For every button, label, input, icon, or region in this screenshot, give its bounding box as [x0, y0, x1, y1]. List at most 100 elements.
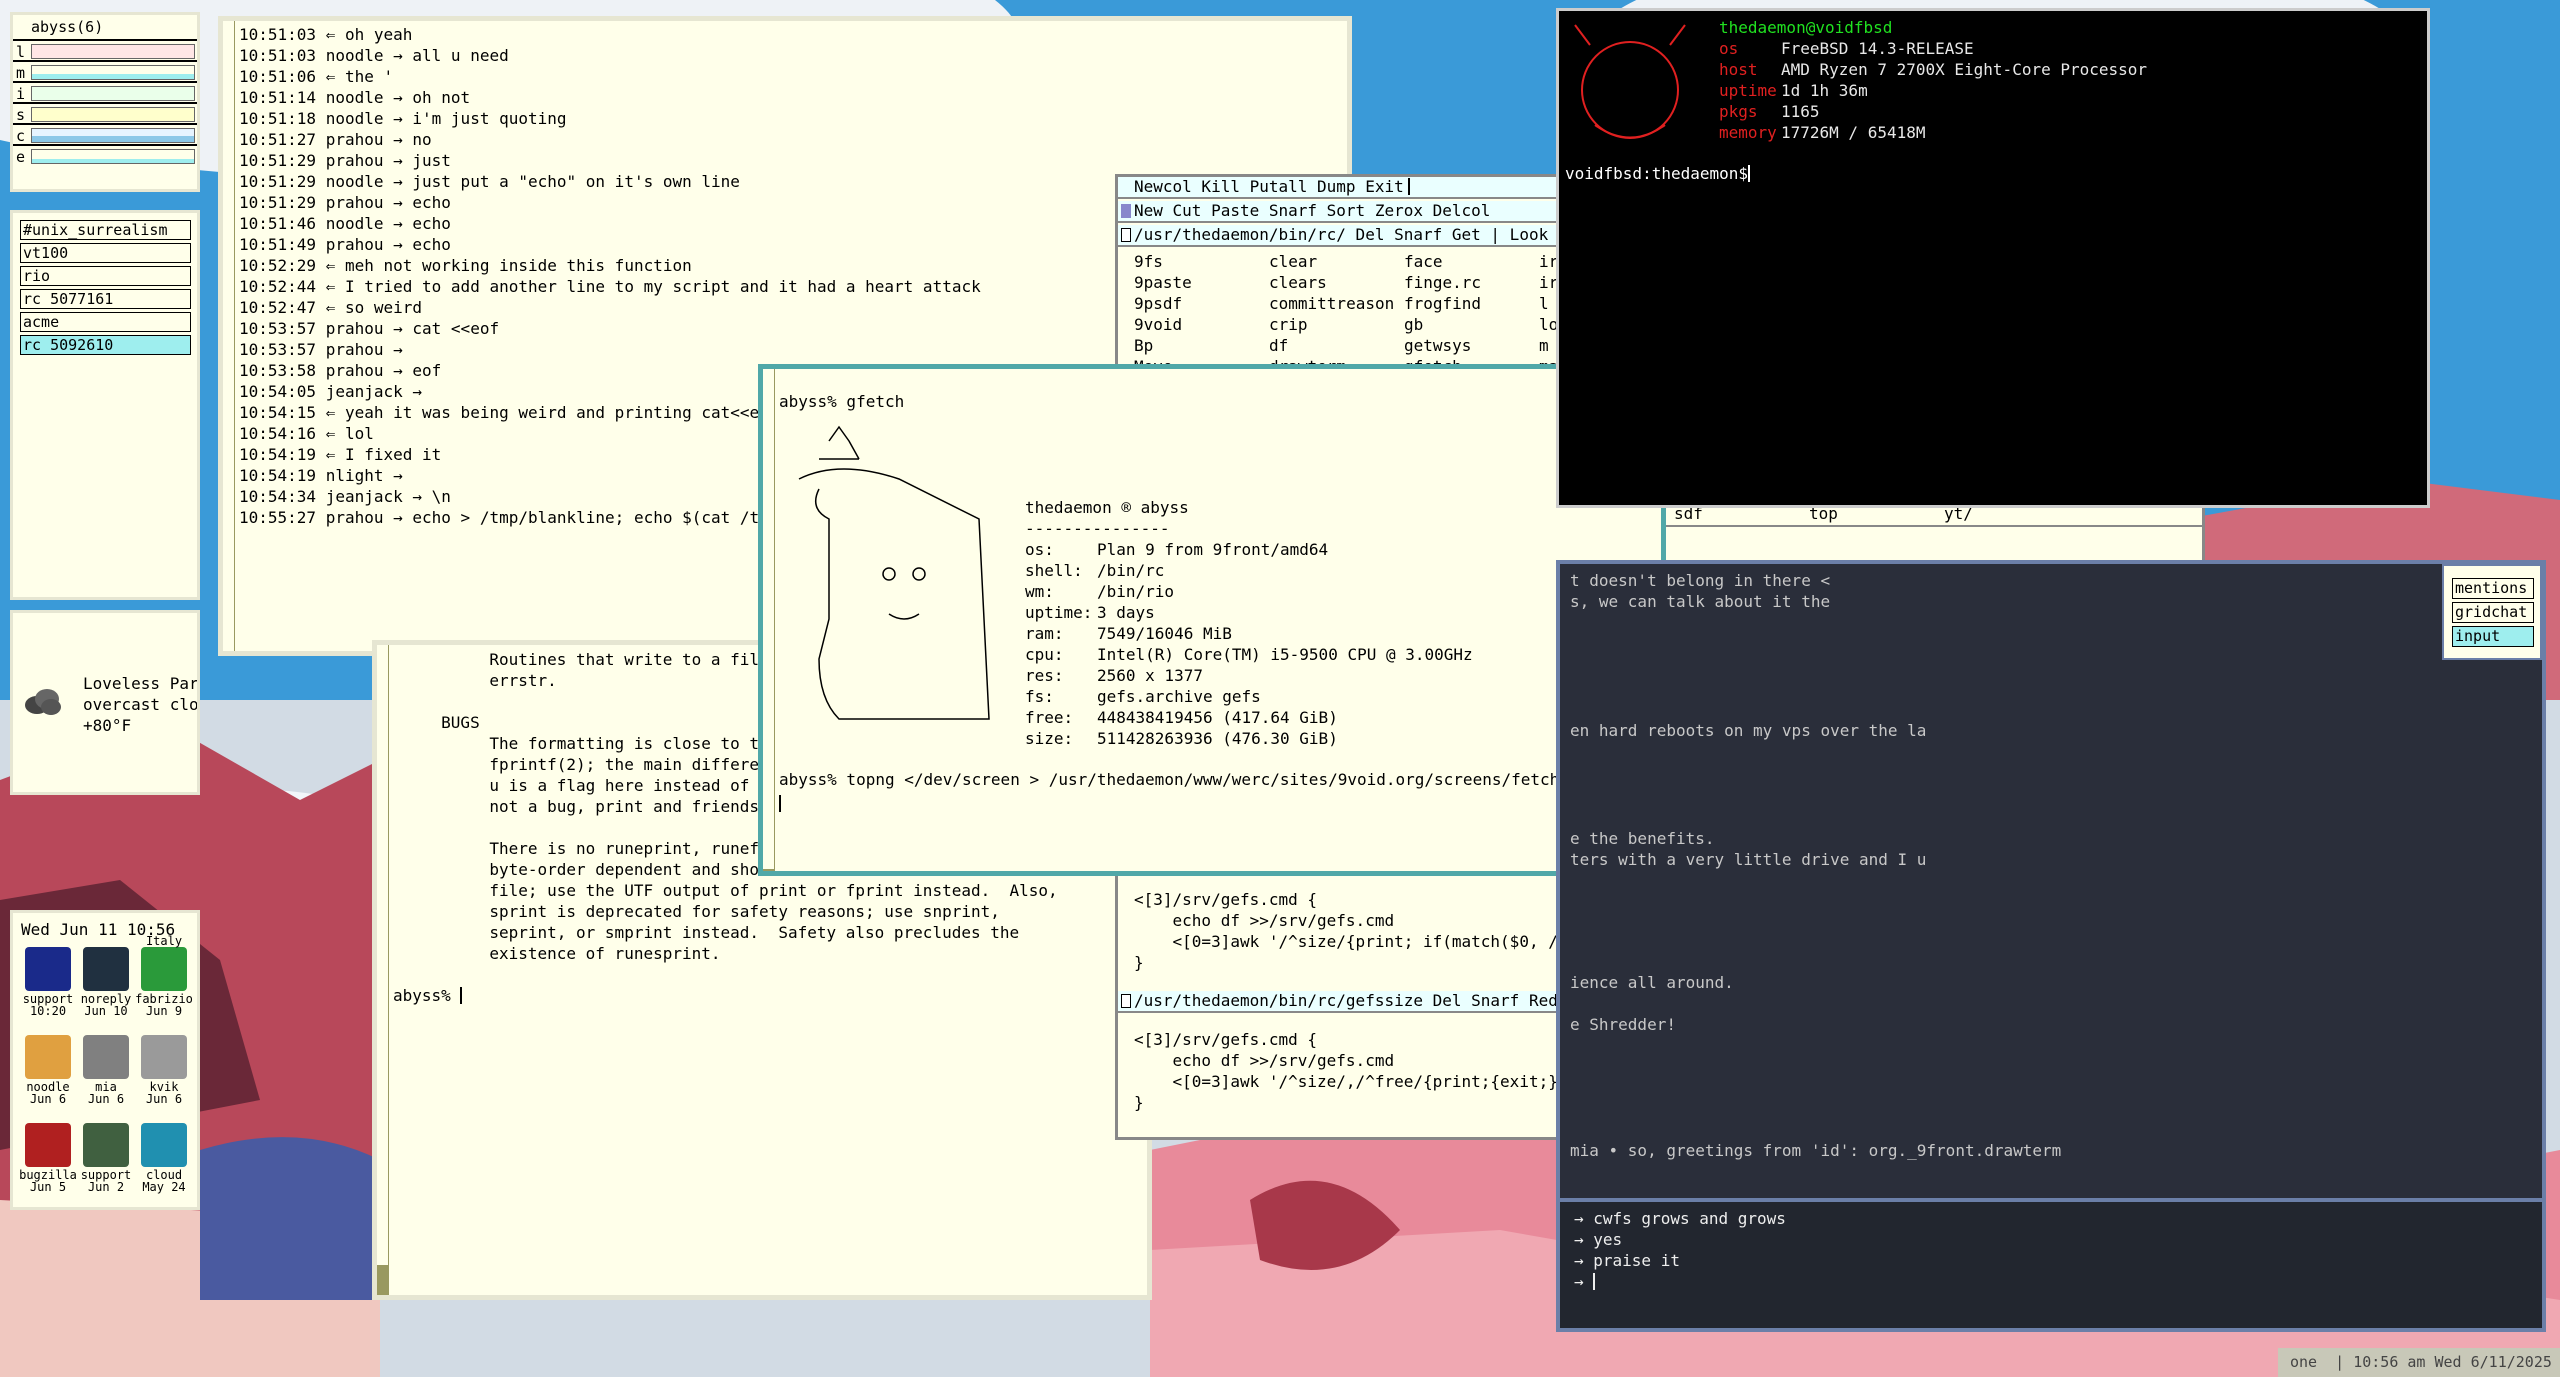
- meter-context: c: [13, 123, 197, 145]
- gfetch-topng-prompt: abyss% topng </dev/screen > /usr/thedaem…: [779, 770, 1627, 789]
- window-item-rio[interactable]: rio: [20, 266, 191, 286]
- acme-file-body[interactable]: <[3]/srv/gefs.cmd { echo df >>/srv/gefs.…: [1134, 1029, 1577, 1113]
- irc-message: 10:53:57 prahou → cat <<eof: [239, 319, 500, 338]
- man-scrollbar[interactable]: [377, 645, 389, 1295]
- term-info-row: pkgs 1165: [1719, 101, 2147, 122]
- term-info-row: host AMD Ryzen 7 2700X Eight-Core Process…: [1719, 59, 2147, 80]
- gfetch-title: thedaemon ® abyss: [1025, 498, 1189, 517]
- info-value: gefs.archive gefs: [1097, 687, 1261, 706]
- chat-input-area[interactable]: → cwfs grows and grows → yes → praise it →: [1560, 1198, 2542, 1328]
- face-icon: [83, 947, 129, 991]
- mail-face[interactable]: kvik Jun 6: [135, 1035, 193, 1105]
- term-info-row: memory 17726M / 65418M: [1719, 122, 2147, 143]
- term-key: host: [1719, 60, 1758, 79]
- mail-face[interactable]: support Jun 2: [77, 1123, 135, 1193]
- mail-face[interactable]: fabrizio Jun 9 Italy: [135, 935, 193, 1017]
- acme-file-entry[interactable]: frogfind: [1404, 293, 1481, 314]
- weather-condition: overcast clou: [83, 695, 200, 714]
- irc-message: 10:51:29 noodle → just put a "echo" on i…: [239, 172, 740, 191]
- term-user: thedaemon@voidfbsd: [1719, 18, 1893, 37]
- irc-message: 10:51:06 ⇐ the ': [239, 67, 394, 86]
- code-line: }: [1134, 1093, 1144, 1112]
- term-value: 1165: [1781, 102, 1820, 121]
- term-key: uptime: [1719, 81, 1777, 100]
- gfetch-info-row: ram: 7549/16046 MiB: [1025, 623, 1473, 644]
- acme-file-entry[interactable]: 9psdf: [1134, 293, 1192, 314]
- meter-memory: m: [13, 60, 197, 82]
- window-item-vt100[interactable]: vt100: [20, 243, 191, 263]
- meter-interrupts: i: [13, 81, 197, 103]
- meter-syscalls: s: [13, 102, 197, 124]
- gfetch-window[interactable]: abyss% gfetch thedaemon ® abyss --------…: [758, 364, 1666, 876]
- mail-face[interactable]: cloud May 24: [135, 1123, 193, 1193]
- term-value: AMD Ryzen 7 2700X Eight-Core Processor: [1781, 60, 2148, 79]
- man-line: abyss%: [393, 986, 463, 1005]
- gfetch-info-row: cpu: Intel(R) Core(TM) i5-9500 CPU @ 3.00…: [1025, 644, 1473, 665]
- chat-message: e Shredder!: [1570, 1015, 1676, 1034]
- irc-scrollbar[interactable]: [223, 21, 235, 651]
- gfetch-info-row: uptime: 3 days: [1025, 602, 1473, 623]
- mail-face[interactable]: mia Jun 6: [77, 1035, 135, 1105]
- irc-message: 10:51:46 noodle → echo: [239, 214, 451, 233]
- channel-mentions[interactable]: mentions: [2452, 578, 2534, 599]
- info-value: 448438419456 (417.64 GiB): [1097, 708, 1338, 727]
- irc-message: 10:51:18 noodle → i'm just quoting: [239, 109, 567, 128]
- mail-face[interactable]: noodle Jun 6: [19, 1035, 77, 1105]
- info-key: fs:: [1025, 687, 1054, 706]
- acme-file-entry[interactable]: 9void: [1134, 314, 1192, 335]
- cloud-icon: [25, 689, 61, 715]
- acme-file-entry[interactable]: df: [1269, 335, 1394, 356]
- freebsd-terminal[interactable]: thedaemon@voidfbsd os FreeBSD 14.3-RELEAS…: [1556, 8, 2430, 508]
- gfetch-scrollbar[interactable]: [763, 369, 775, 871]
- face-icon: [25, 1035, 71, 1079]
- acme-file-entry[interactable]: clears: [1269, 272, 1394, 293]
- mail-time: Jun 10: [84, 1004, 128, 1018]
- acme-file-entry[interactable]: gb: [1404, 314, 1481, 335]
- mail-face[interactable]: noreply Jun 10: [77, 947, 135, 1017]
- acme-file-entry[interactable]: committreason: [1269, 293, 1394, 314]
- window-item-rc-5092610[interactable]: rc 5092610: [20, 335, 191, 355]
- info-value: 3 days: [1097, 603, 1155, 622]
- freebsd-logo-ascii: [1574, 24, 1686, 139]
- acme-file-entry[interactable]: face: [1404, 251, 1481, 272]
- irc-message: 10:53:57 prahou →: [239, 340, 403, 359]
- window-item-acme[interactable]: acme: [20, 312, 191, 332]
- acme-file-entry[interactable]: 9fs: [1134, 251, 1192, 272]
- info-value: 7549/16046 MiB: [1097, 624, 1232, 643]
- acme-file-entry[interactable]: clear: [1269, 251, 1394, 272]
- chat-input-line[interactable]: →: [1574, 1271, 1786, 1292]
- man-line: existence of runesprint.: [393, 944, 721, 963]
- acme-file-column: 9fs9paste9psdf9voidBpMove: [1134, 251, 1192, 377]
- mail-face[interactable]: bugzilla Jun 5: [19, 1123, 77, 1193]
- info-key: size:: [1025, 729, 1074, 748]
- acme-file-entry[interactable]: crip: [1269, 314, 1394, 335]
- mail-time: Jun 6: [87, 1092, 125, 1106]
- text-cursor: [460, 987, 463, 1004]
- acme-file-entry[interactable]: getwsys: [1404, 335, 1481, 356]
- chat-client[interactable]: t doesn't belong in there < s, we can tal…: [1556, 560, 2546, 1332]
- chat-input-lines[interactable]: → cwfs grows and grows → yes → praise it →: [1574, 1208, 1786, 1292]
- chat-input-line[interactable]: → praise it: [1574, 1250, 1786, 1271]
- term-key: memory: [1719, 123, 1777, 142]
- man-line: seprint, or smprint instead. Safety also…: [393, 923, 1020, 942]
- mail-face[interactable]: support 10:20: [19, 947, 77, 1017]
- acme-file-entry[interactable]: Bp: [1134, 335, 1192, 356]
- chat-input-line[interactable]: → yes: [1574, 1229, 1786, 1250]
- face-icon: [25, 1123, 71, 1167]
- chat-input-line[interactable]: → cwfs grows and grows: [1574, 1208, 1786, 1229]
- channel-input[interactable]: input: [2452, 626, 2534, 647]
- info-value: Plan 9 from 9front/amd64: [1097, 540, 1329, 559]
- acme-file-column: clearclearscommittreasoncripdfdrawterm: [1269, 251, 1394, 377]
- acme-file-entry[interactable]: 9paste: [1134, 272, 1192, 293]
- info-value: /bin/rio: [1097, 582, 1175, 601]
- man-line: file; use the UTF output of print or fpr…: [393, 881, 1058, 900]
- code-line: echo df >>/srv/gefs.cmd: [1134, 1051, 1395, 1070]
- window-item-unix-surrealism[interactable]: #unix_surrealism: [20, 220, 191, 240]
- term-info-row: os FreeBSD 14.3-RELEASE: [1719, 38, 2147, 59]
- channel-gridchat[interactable]: gridchat: [2452, 602, 2534, 623]
- acme-file-entry[interactable]: finge.rc: [1404, 272, 1481, 293]
- face-icon: [83, 1035, 129, 1079]
- window-item-rc-5077161[interactable]: rc 5077161: [20, 289, 191, 309]
- mail-time: May 24: [142, 1180, 186, 1194]
- irc-message: 10:52:29 ⇐ meh not working inside this f…: [239, 256, 692, 275]
